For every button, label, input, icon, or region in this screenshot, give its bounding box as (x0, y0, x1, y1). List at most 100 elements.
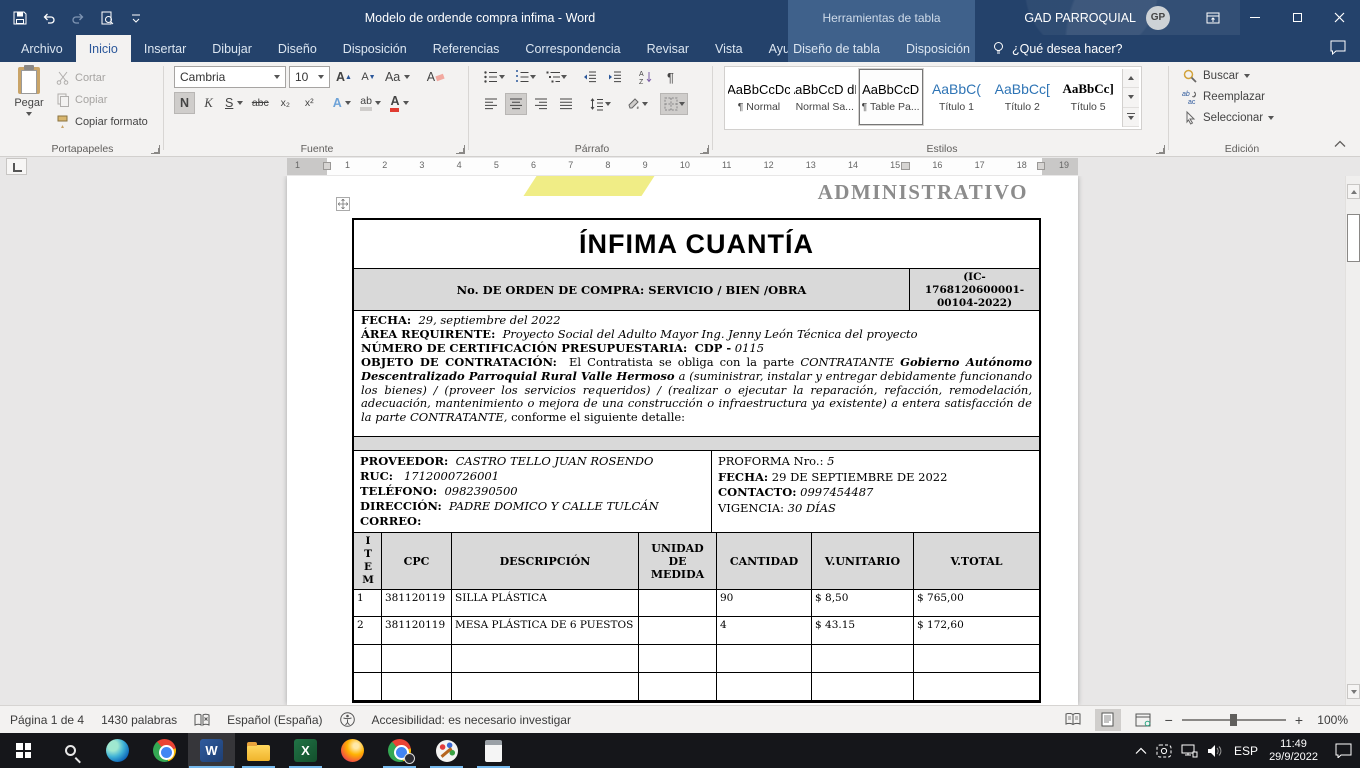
style-normal-sa[interactable]: AaBbCcD dE Normal Sa... (793, 69, 857, 125)
styles-more-icon[interactable] (1123, 108, 1139, 127)
shading-button[interactable] (623, 93, 651, 115)
underline-button[interactable]: S (222, 92, 246, 114)
grow-font-button[interactable]: A▲ (333, 66, 355, 88)
sort-button[interactable]: AZ (635, 66, 657, 88)
page-indicator[interactable]: Página 1 de 4 (10, 713, 84, 727)
read-mode-icon[interactable] (1060, 709, 1086, 731)
styles-scroll-down-icon[interactable] (1123, 88, 1139, 107)
tab-stop-selector[interactable] (6, 158, 27, 175)
replace-button[interactable]: abac Reemplazar (1182, 89, 1312, 105)
start-button[interactable] (0, 733, 47, 768)
line-spacing-button[interactable] (586, 93, 614, 115)
tab-disposicion-tabla[interactable]: Disposición (893, 35, 983, 62)
zoom-level[interactable]: 100% (1312, 713, 1348, 727)
align-center-button[interactable] (505, 93, 527, 115)
tab-archivo[interactable]: Archivo (8, 35, 76, 62)
multilevel-list-button[interactable] (542, 66, 570, 88)
subscript-button[interactable]: x₂ (275, 92, 296, 114)
tab-insertar[interactable]: Insertar (131, 35, 199, 62)
style-titulo-2[interactable]: AaBbCc[ Título 2 (990, 69, 1054, 125)
customize-qat-icon[interactable] (128, 10, 144, 26)
right-indent-marker[interactable] (1037, 162, 1045, 170)
tray-expand-icon[interactable] (1135, 747, 1147, 755)
decrease-indent-button[interactable] (579, 66, 601, 88)
font-size-combo[interactable]: 10 (289, 66, 330, 88)
shrink-font-button[interactable]: A▼ (358, 66, 379, 88)
superscript-button[interactable]: x² (299, 92, 320, 114)
word-count[interactable]: 1430 palabras (101, 713, 177, 727)
tab-inicio[interactable]: Inicio (76, 35, 131, 62)
taskbar-calculator-button[interactable] (470, 733, 517, 768)
font-name-combo[interactable]: Cambria (174, 66, 286, 88)
taskbar-chrome-button[interactable] (141, 733, 188, 768)
zoom-in-button[interactable]: + (1295, 712, 1303, 728)
align-left-button[interactable] (480, 93, 502, 115)
tab-correspondencia[interactable]: Correspondencia (512, 35, 633, 62)
styles-scroll-up-icon[interactable] (1123, 69, 1139, 88)
highlight-button[interactable]: ab (357, 92, 384, 114)
close-button[interactable] (1318, 0, 1360, 35)
tab-dibujar[interactable]: Dibujar (199, 35, 265, 62)
strikethrough-button[interactable]: abc (249, 92, 272, 114)
dialog-launcher-icon[interactable] (151, 145, 160, 154)
language-indicator[interactable]: Español (España) (227, 713, 322, 727)
zoom-out-button[interactable]: − (1165, 712, 1173, 728)
feedback-icon[interactable] (1330, 40, 1346, 55)
align-right-button[interactable] (530, 93, 552, 115)
document-page[interactable]: ADMINISTRATIVO ÍNFIMA CUANTÍA No. DE ORD… (287, 176, 1078, 705)
scroll-down-icon[interactable] (1347, 684, 1360, 699)
table-move-handle[interactable] (336, 197, 350, 211)
zoom-slider[interactable] (1182, 719, 1286, 721)
increase-indent-button[interactable] (604, 66, 626, 88)
clock[interactable]: 11:49 29/9/2022 (1269, 738, 1318, 764)
borders-button[interactable] (660, 93, 688, 115)
clear-formatting-button[interactable]: A (424, 66, 447, 88)
vertical-scrollbar[interactable] (1345, 176, 1360, 705)
find-button[interactable]: Buscar (1182, 68, 1312, 84)
collapse-ribbon-icon[interactable] (1334, 140, 1346, 148)
numbering-button[interactable] (511, 66, 539, 88)
taskbar-firefox-button[interactable] (329, 733, 376, 768)
left-indent-marker[interactable] (323, 162, 331, 170)
zoom-slider-thumb[interactable] (1230, 714, 1237, 726)
proofing-icon[interactable] (194, 713, 210, 727)
tab-diseno-de-tabla[interactable]: Diseño de tabla (780, 35, 893, 62)
save-icon[interactable] (12, 10, 28, 26)
tab-diseno[interactable]: Diseño (265, 35, 330, 62)
account-avatar[interactable]: GP (1146, 6, 1170, 30)
taskbar-search-button[interactable] (47, 733, 94, 768)
tell-me-box[interactable]: ¿Qué desea hacer? (992, 35, 1123, 62)
font-color-button[interactable]: A (387, 92, 412, 114)
tab-vista[interactable]: Vista (702, 35, 756, 62)
style-titulo-5[interactable]: AaBbCc] Título 5 (1056, 69, 1120, 125)
bullets-button[interactable] (480, 66, 508, 88)
keyboard-language[interactable]: ESP (1232, 744, 1260, 758)
paste-button[interactable]: Pegar (8, 65, 50, 137)
accessibility-status[interactable]: Accesibilidad: es necesario investigar (372, 713, 571, 727)
dialog-launcher-icon[interactable] (456, 145, 465, 154)
dialog-launcher-icon[interactable] (1156, 145, 1165, 154)
taskbar-word-button[interactable]: W (188, 733, 235, 768)
show-marks-button[interactable]: ¶ (660, 66, 681, 88)
dialog-launcher-icon[interactable] (700, 145, 709, 154)
purchase-order-table[interactable]: ÍNFIMA CUANTÍA No. DE ORDEN DE COMPRA: S… (352, 218, 1041, 703)
action-center-icon[interactable] (1335, 743, 1352, 758)
style-table-paragraph[interactable]: AaBbCcD ¶ Table Pa... (859, 69, 923, 125)
format-painter-button[interactable]: Copiar formato (52, 112, 151, 132)
taskbar-chrome-app-button[interactable] (376, 733, 423, 768)
account-name[interactable]: GAD PARROQUIAL (1024, 11, 1136, 25)
justify-button[interactable] (555, 93, 577, 115)
style-normal[interactable]: AaBbCcDc ¶ Normal (727, 69, 791, 125)
tab-referencias[interactable]: Referencias (420, 35, 513, 62)
tray-app-icon[interactable] (1156, 744, 1172, 758)
undo-icon[interactable] (41, 10, 57, 26)
first-line-indent-marker[interactable] (901, 162, 910, 170)
taskbar-excel-button[interactable]: X (282, 733, 329, 768)
scroll-up-icon[interactable] (1347, 184, 1360, 199)
tab-disposicion[interactable]: Disposición (330, 35, 420, 62)
web-layout-icon[interactable] (1130, 709, 1156, 731)
print-preview-icon[interactable] (99, 10, 115, 26)
taskbar-paint-button[interactable] (423, 733, 470, 768)
network-icon[interactable] (1181, 744, 1198, 758)
accessibility-icon[interactable] (340, 712, 355, 727)
